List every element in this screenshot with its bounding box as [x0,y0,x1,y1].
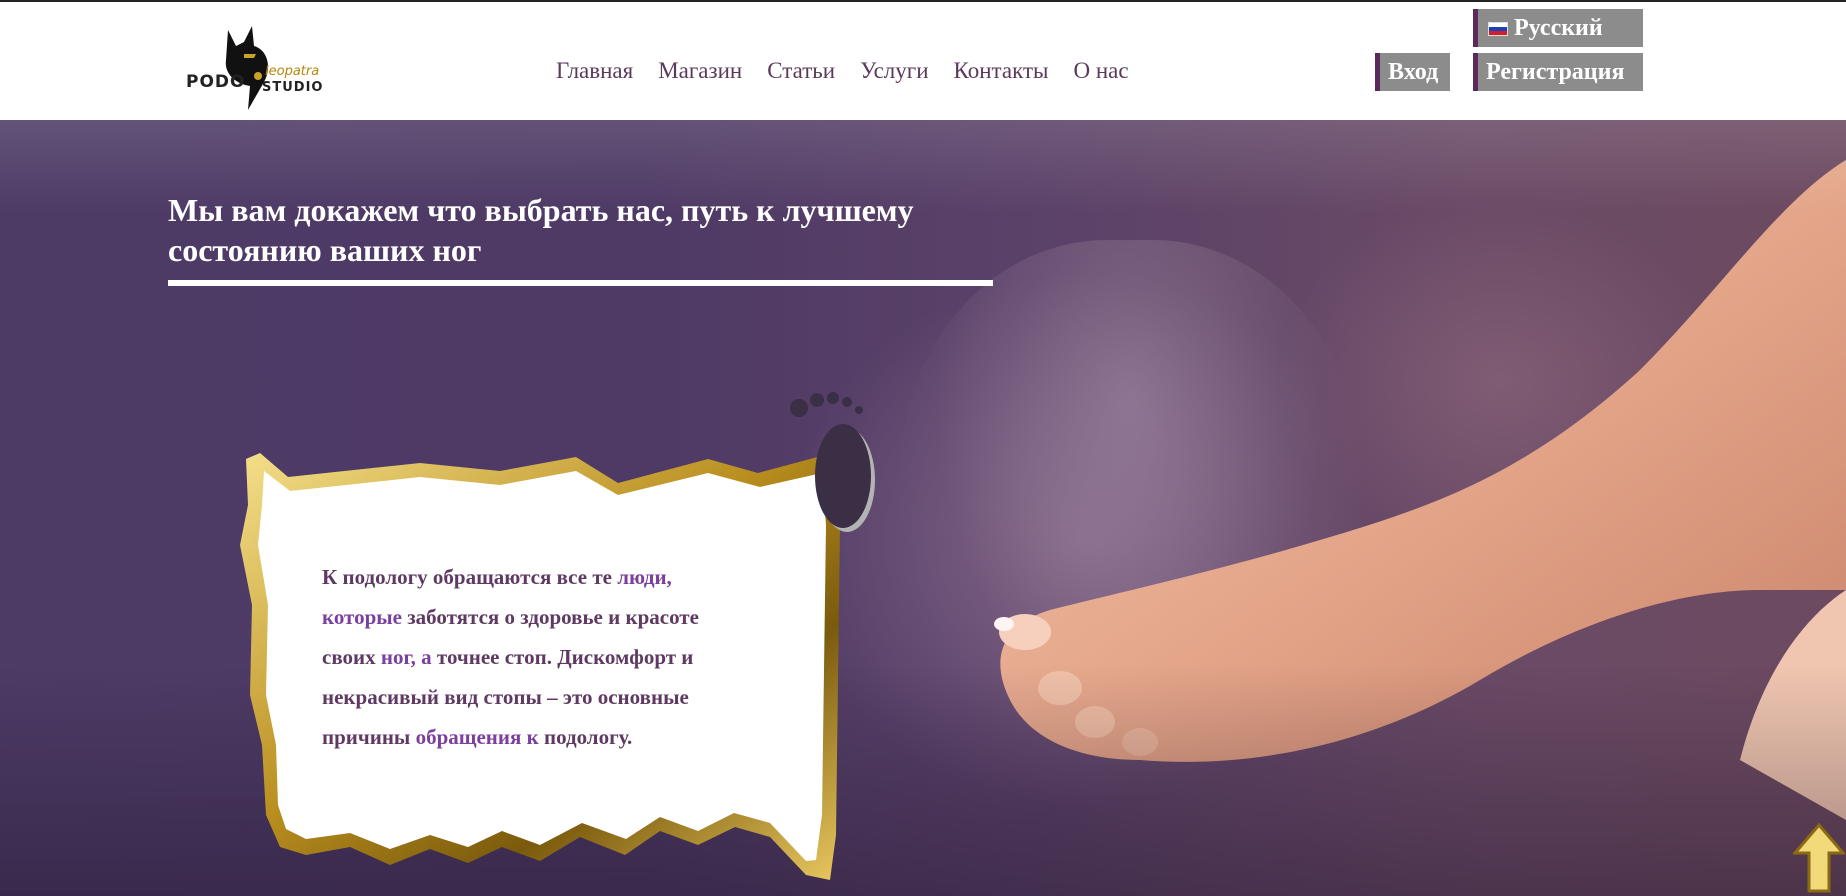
logo-text-studio: STUDIO [262,80,324,95]
nav-item-services[interactable]: Услуги [860,58,928,84]
main-nav: Главная Магазин Статьи Услуги Контакты О… [556,58,1129,84]
card-text-part1: К подологу обращаются все те [322,565,618,589]
footprint-icon [790,392,875,532]
site-header: PODO leopatra STUDIO Главная Магазин Ста… [0,2,1846,120]
register-button[interactable]: Регистрация [1473,53,1643,91]
logo-text-cleopatra: leopatra [265,64,320,79]
nav-item-home[interactable]: Главная [556,58,633,84]
scroll-top-arrow-icon[interactable] [1793,823,1845,893]
card-description: К подологу обращаются все те люди, котор… [322,557,742,757]
russia-flag-icon [1488,22,1508,36]
nav-item-shop[interactable]: Магазин [658,58,742,84]
language-selector[interactable]: Русский [1473,9,1643,47]
hero-section: Мы вам докажем что выбрать нас, путь к л… [0,120,1846,896]
logo-text-podo: PODO [186,72,246,92]
card-text-part4: подологу. [538,725,633,749]
heading-underline [168,280,993,286]
card-text-highlight2: ног, а [380,645,432,669]
login-button[interactable]: Вход [1375,53,1450,91]
hero-heading: Мы вам докажем что выбрать нас, путь к л… [168,192,914,268]
card-text-highlight3: обращения к [415,725,539,749]
nav-item-articles[interactable]: Статьи [767,58,835,84]
nav-item-contacts[interactable]: Контакты [954,58,1049,84]
language-label: Русский [1514,15,1603,41]
nav-item-about[interactable]: О нас [1073,58,1128,84]
site-logo[interactable]: PODO leopatra STUDIO [172,24,332,114]
